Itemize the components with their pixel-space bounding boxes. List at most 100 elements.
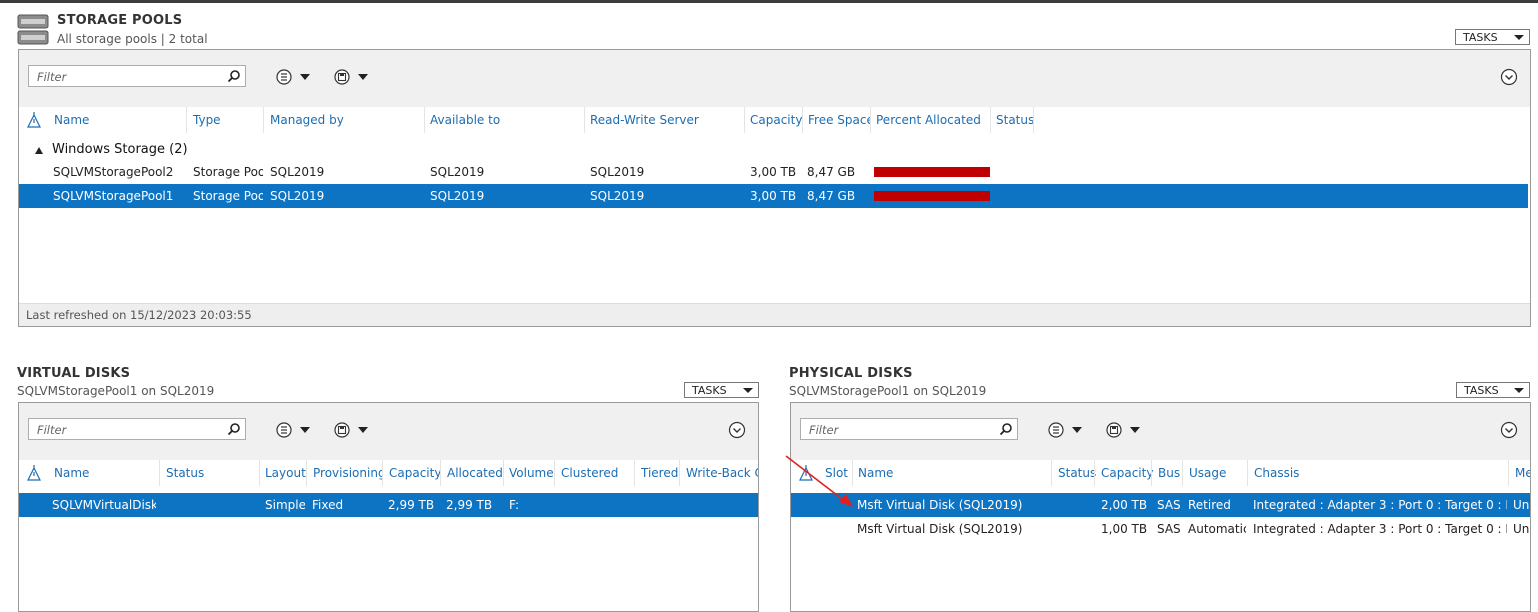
table-row[interactable]: SQLVMStoragePool2 Storage Pool SQL2019 SQL2…: [19, 160, 1528, 184]
column-status[interactable]: Status: [1052, 460, 1096, 486]
cell-provisioning: Fixed: [312, 498, 344, 512]
column-capacity[interactable]: Capacity: [1095, 460, 1153, 486]
cell-clustered: [560, 493, 630, 517]
cell-bus: SAS: [1157, 522, 1181, 536]
cell-status: [1057, 517, 1093, 541]
cell-status: [1057, 493, 1093, 517]
cell-capacity: 3,00 TB: [750, 165, 797, 179]
expand-collapse-icon[interactable]: [1500, 68, 1518, 86]
cell-rw-server: SQL2019: [590, 189, 645, 203]
column-chassis[interactable]: Chassis: [1248, 460, 1510, 486]
view-list-button[interactable]: [275, 66, 315, 88]
cell-chassis: Integrated : Adapter 3 : Port 0 : Target…: [1253, 522, 1507, 536]
column-name[interactable]: Name: [48, 107, 186, 133]
storage-pools-filter-input[interactable]: Filter: [28, 65, 246, 87]
cell-available-to: SQL2019: [430, 165, 485, 179]
virtual-disks-toolbar: Filter: [19, 403, 758, 461]
percent-allocated-bar: [874, 167, 990, 177]
column-write-back-cache[interactable]: Write-Back Ca: [680, 460, 758, 486]
physical-disks-toolbar: Filter: [791, 403, 1530, 461]
tasks-label: TASKS: [1464, 384, 1499, 397]
virtual-disks-filter-input[interactable]: Filter: [28, 418, 246, 440]
chevron-down-icon: [1514, 35, 1524, 40]
physical-disks-subtitle: SQLVMStoragePool1 on SQL2019: [789, 384, 987, 398]
column-usage[interactable]: Usage: [1183, 460, 1249, 486]
table-row[interactable]: SQLVMVirtualDisk1 Simple Fixed 2,99 TB 2,99 …: [19, 493, 758, 517]
cell-slot: [825, 517, 851, 541]
column-available-to[interactable]: Available to: [424, 107, 584, 133]
storage-pools-footer: Last refreshed on 15/12/2023 20:03:55: [19, 303, 1530, 326]
column-free-space[interactable]: Free Space: [802, 107, 871, 133]
view-list-button[interactable]: [1047, 419, 1087, 441]
virtual-disks-column-header: Name Status Layout Provisioning Capacity…: [19, 460, 758, 490]
virtual-disks-tasks-button[interactable]: TASKS: [684, 382, 759, 398]
cell-status: [996, 184, 1036, 208]
column-status[interactable]: Status: [990, 107, 1035, 133]
storage-pools-panel: Filter Name Type Managed by Available to…: [18, 49, 1531, 327]
view-list-button[interactable]: [275, 419, 315, 441]
column-capacity[interactable]: Capacity: [744, 107, 802, 133]
column-layout[interactable]: Layout: [259, 460, 307, 486]
column-name[interactable]: Name: [852, 460, 1052, 486]
storage-pools-toolbar: Filter: [19, 50, 1530, 108]
column-capacity[interactable]: Capacity: [383, 460, 441, 486]
save-query-button[interactable]: [333, 419, 373, 441]
filter-placeholder: Filter: [37, 423, 67, 437]
percent-allocated-bar: [874, 191, 990, 201]
cell-name: SQLVMStoragePool1: [53, 189, 174, 203]
column-status[interactable]: Status: [160, 460, 260, 486]
physical-disks-tasks-button[interactable]: TASKS: [1456, 382, 1530, 398]
cell-usage: Automatic: [1188, 522, 1246, 536]
expand-collapse-icon[interactable]: [728, 421, 746, 439]
storage-pools-tasks-button[interactable]: TASKS: [1455, 29, 1530, 45]
storage-pools-column-header: Name Type Managed by Available to Read-W…: [19, 107, 1530, 137]
save-query-button[interactable]: [333, 66, 373, 88]
cell-type: Storage Pool: [193, 189, 263, 203]
cell-layout: Simple: [265, 498, 305, 512]
tasks-label: TASKS: [692, 384, 727, 397]
filter-placeholder: Filter: [809, 423, 839, 437]
table-row[interactable]: Msft Virtual Disk (SQL2019) 2,00 TB SAS Ret…: [791, 493, 1530, 517]
cell-status: [166, 493, 256, 517]
cell-managed-by: SQL2019: [270, 189, 325, 203]
storage-pools-subtitle: All storage pools | 2 total: [57, 32, 208, 46]
cell-capacity: 2,00 TB: [1101, 498, 1148, 512]
column-bus[interactable]: Bus: [1152, 460, 1184, 486]
virtual-disks-subtitle: SQLVMStoragePool1 on SQL2019: [17, 384, 215, 398]
column-percent-allocated[interactable]: Percent Allocated: [870, 107, 990, 133]
physical-disks-filter-input[interactable]: Filter: [800, 418, 1018, 440]
cell-allocated: 2,99 TB: [446, 498, 493, 512]
alert-sort-icon[interactable]: [27, 111, 41, 129]
physical-disks-title: PHYSICAL DISKS: [789, 366, 913, 381]
column-managed-by[interactable]: Managed by: [264, 107, 424, 133]
column-provisioning[interactable]: Provisioning: [307, 460, 383, 486]
percent-allocated-fill: [874, 167, 990, 177]
column-volume[interactable]: Volume: [503, 460, 555, 486]
search-icon[interactable]: [999, 422, 1013, 436]
expand-collapse-icon[interactable]: [1500, 421, 1518, 439]
cell-capacity: 2,99 TB: [388, 498, 435, 512]
cell-write-back: [685, 493, 755, 517]
search-icon[interactable]: [227, 69, 241, 83]
group-header[interactable]: Windows Storage (2): [52, 142, 188, 157]
virtual-disks-panel: Filter Name Status Layout Provisioning C…: [18, 402, 759, 612]
cell-name: SQLVMStoragePool2: [53, 165, 174, 179]
table-row[interactable]: Msft Virtual Disk (SQL2019) 1,00 TB SAS Aut…: [791, 517, 1530, 541]
filter-placeholder: Filter: [37, 70, 67, 84]
percent-allocated-fill: [874, 191, 990, 201]
column-read-write-server[interactable]: Read-Write Server: [584, 107, 744, 133]
save-query-button[interactable]: [1105, 419, 1145, 441]
search-icon[interactable]: [227, 422, 241, 436]
column-type[interactable]: Type: [187, 107, 263, 133]
column-allocated[interactable]: Allocated: [441, 460, 503, 486]
group-collapse-icon[interactable]: [35, 147, 43, 154]
alert-sort-icon[interactable]: [27, 464, 41, 482]
column-tiered[interactable]: Tiered: [635, 460, 681, 486]
cell-capacity: 1,00 TB: [1101, 522, 1148, 536]
cell-volume: F:: [509, 498, 520, 512]
table-row[interactable]: SQLVMStoragePool1 Storage Pool SQL2019 SQL2…: [19, 184, 1528, 208]
physical-disks-panel: Filter Slot Name Status Capacity Bus Usa…: [790, 402, 1531, 612]
column-name[interactable]: Name: [48, 460, 159, 486]
column-clustered[interactable]: Clustered: [555, 460, 635, 486]
column-media-type[interactable]: Me: [1509, 460, 1530, 486]
